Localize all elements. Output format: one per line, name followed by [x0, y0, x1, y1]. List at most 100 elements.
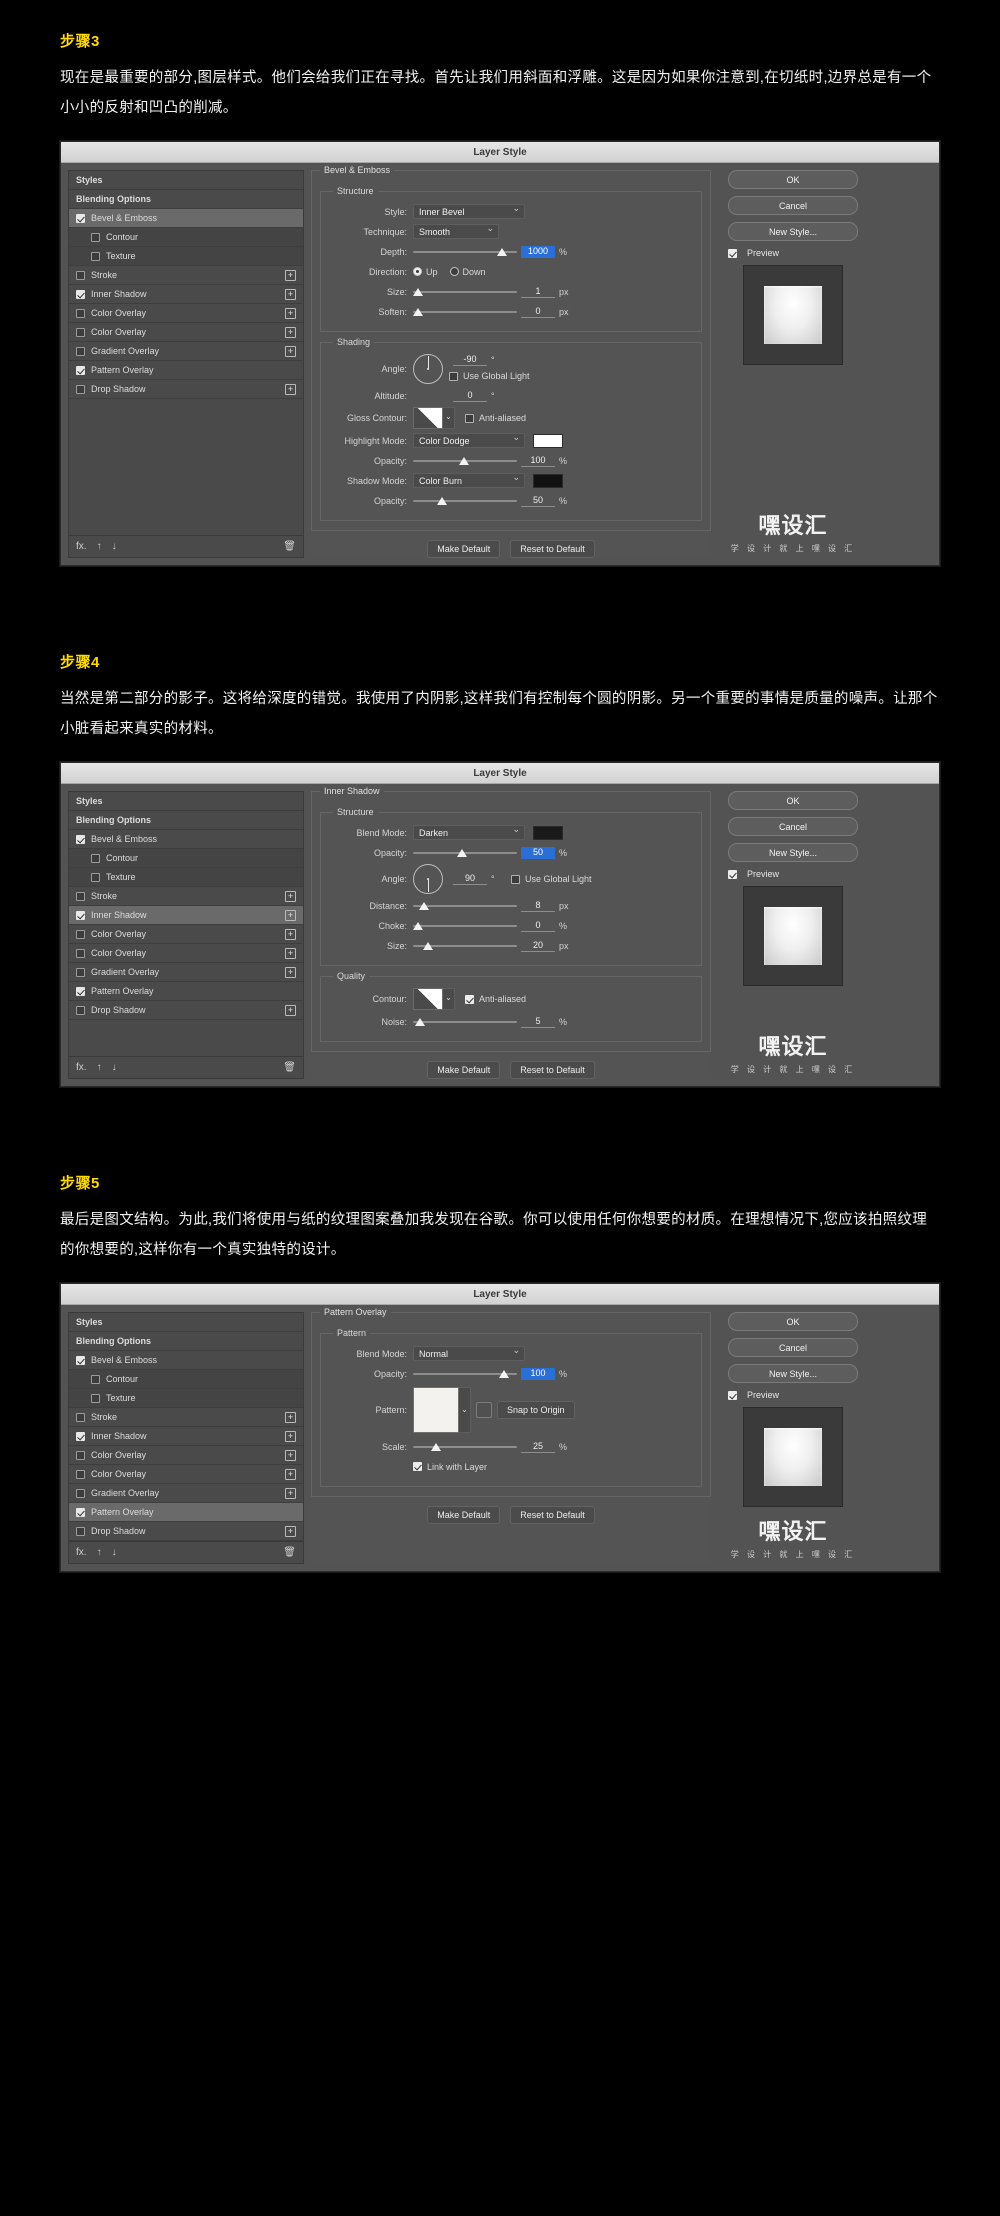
depth-value[interactable]: 1000 [521, 245, 555, 258]
fx-icon[interactable]: fx. [76, 541, 87, 552]
opacity-value[interactable]: 50 [521, 846, 555, 859]
reset-to-default-button[interactable]: Reset to Default [510, 540, 595, 558]
fx-row-contour[interactable]: Contour [69, 849, 303, 868]
plus-icon[interactable]: + [285, 269, 296, 281]
opacity-slider[interactable] [413, 1368, 517, 1380]
radio-down-icon[interactable] [449, 267, 459, 276]
fx-row-stroke[interactable]: Stroke + [69, 887, 303, 906]
checkbox-icon[interactable] [76, 986, 85, 996]
checkbox-icon[interactable] [91, 853, 100, 863]
fx-row-styles[interactable]: Styles [69, 171, 303, 190]
new-style-button[interactable]: New Style... [728, 843, 858, 862]
reset-to-default-button[interactable]: Reset to Default [510, 1506, 595, 1524]
fx-row-drop-shadow[interactable]: Drop Shadow + [69, 380, 303, 399]
fx-row-contour[interactable]: Contour [69, 228, 303, 247]
plus-icon[interactable]: + [285, 1525, 296, 1537]
preview-toggle[interactable]: Preview [728, 1390, 858, 1400]
new-preset-icon[interactable] [476, 1402, 492, 1418]
checkbox-icon[interactable] [76, 1450, 85, 1460]
checkbox-icon[interactable] [76, 1507, 85, 1517]
fx-row-color-overlay-2[interactable]: Color Overlay + [69, 1465, 303, 1484]
highlight-opacity-value[interactable]: 100 [521, 455, 555, 467]
checkbox-icon[interactable] [76, 1005, 85, 1015]
cancel-button[interactable]: Cancel [728, 1338, 858, 1357]
checkbox-icon[interactable] [76, 1488, 85, 1498]
checkbox-icon[interactable] [728, 869, 737, 879]
checkbox-icon[interactable] [76, 891, 85, 901]
checkbox-icon[interactable] [76, 384, 85, 394]
fx-row-bevel-emboss[interactable]: Bevel & Emboss [69, 209, 303, 228]
opacity-slider[interactable] [413, 847, 517, 859]
arrow-down-icon[interactable]: ↓ [112, 541, 117, 552]
angle-dial[interactable] [413, 354, 443, 384]
technique-select[interactable]: Smooth [413, 223, 499, 239]
fx-row-bevel-emboss[interactable]: Bevel & Emboss [69, 830, 303, 849]
style-select[interactable]: Inner Bevel [413, 203, 525, 219]
fx-row-gradient-overlay[interactable]: Gradient Overlay + [69, 1484, 303, 1503]
fx-row-color-overlay-2[interactable]: Color Overlay + [69, 944, 303, 963]
checkbox-icon[interactable] [728, 1390, 737, 1400]
checkbox-icon[interactable] [76, 270, 85, 280]
make-default-button[interactable]: Make Default [427, 1061, 501, 1079]
checkbox-icon[interactable] [76, 967, 85, 977]
depth-slider[interactable] [413, 246, 517, 258]
shadow-opacity-slider[interactable] [413, 495, 517, 507]
checkbox-icon[interactable] [76, 910, 85, 920]
checkbox-icon[interactable] [76, 834, 85, 844]
blend-mode-select[interactable]: Darken [413, 824, 525, 840]
make-default-button[interactable]: Make Default [427, 540, 501, 558]
checkbox-icon[interactable] [511, 874, 520, 884]
pattern-swatch[interactable] [413, 1387, 459, 1433]
highlight-mode-select[interactable]: Color Dodge [413, 432, 525, 448]
checkbox-icon[interactable] [465, 994, 474, 1004]
distance-slider[interactable] [413, 900, 517, 912]
arrow-down-icon[interactable]: ↓ [112, 1062, 117, 1073]
plus-icon[interactable]: + [285, 326, 296, 338]
fx-row-color-overlay-2[interactable]: Color Overlay + [69, 323, 303, 342]
plus-icon[interactable]: + [285, 1468, 296, 1480]
make-default-button[interactable]: Make Default [427, 1506, 501, 1524]
arrow-up-icon[interactable]: ↑ [97, 1062, 102, 1073]
checkbox-icon[interactable] [465, 413, 474, 423]
gloss-contour-swatch[interactable] [413, 407, 443, 429]
plus-icon[interactable]: + [285, 288, 296, 300]
fx-row-stroke[interactable]: Stroke + [69, 1408, 303, 1427]
blend-color-swatch[interactable] [533, 825, 563, 840]
plus-icon[interactable]: + [285, 909, 296, 921]
plus-icon[interactable]: + [285, 928, 296, 940]
checkbox-icon[interactable] [76, 1526, 85, 1536]
fx-row-inner-shadow[interactable]: Inner Shadow + [69, 1427, 303, 1446]
chevron-down-icon[interactable]: ⌄ [459, 1387, 471, 1433]
angle-value[interactable]: -90 [453, 354, 487, 366]
plus-icon[interactable]: + [285, 1411, 296, 1423]
fx-row-gradient-overlay[interactable]: Gradient Overlay + [69, 342, 303, 361]
new-style-button[interactable]: New Style... [728, 222, 858, 241]
fx-row-contour[interactable]: Contour [69, 1370, 303, 1389]
checkbox-icon[interactable] [76, 365, 85, 375]
fx-row-drop-shadow[interactable]: Drop Shadow + [69, 1001, 303, 1020]
noise-slider[interactable] [413, 1016, 517, 1028]
trash-icon[interactable]: 🗑 [283, 541, 296, 552]
checkbox-icon[interactable] [76, 1431, 85, 1441]
fx-icon[interactable]: fx. [76, 1062, 87, 1073]
fx-row-styles[interactable]: Styles [69, 1313, 303, 1332]
soften-value[interactable]: 0 [521, 306, 555, 318]
checkbox-icon[interactable] [91, 232, 100, 242]
checkbox-icon[interactable] [91, 872, 100, 882]
fx-row-color-overlay-1[interactable]: Color Overlay + [69, 1446, 303, 1465]
preview-toggle[interactable]: Preview [728, 869, 858, 879]
checkbox-icon[interactable] [76, 1469, 85, 1479]
fx-row-bevel-emboss[interactable]: Bevel & Emboss [69, 1351, 303, 1370]
fx-row-blending-options[interactable]: Blending Options [69, 811, 303, 830]
checkbox-icon[interactable] [91, 1374, 100, 1384]
plus-icon[interactable]: + [285, 1430, 296, 1442]
preview-toggle[interactable]: Preview [728, 248, 858, 258]
checkbox-icon[interactable] [76, 308, 85, 318]
plus-icon[interactable]: + [285, 345, 296, 357]
reset-to-default-button[interactable]: Reset to Default [510, 1061, 595, 1079]
size-slider[interactable] [413, 286, 517, 298]
checkbox-icon[interactable] [76, 327, 85, 337]
contour-swatch[interactable] [413, 988, 443, 1010]
size-value[interactable]: 20 [521, 940, 555, 952]
checkbox-icon[interactable] [728, 248, 737, 258]
